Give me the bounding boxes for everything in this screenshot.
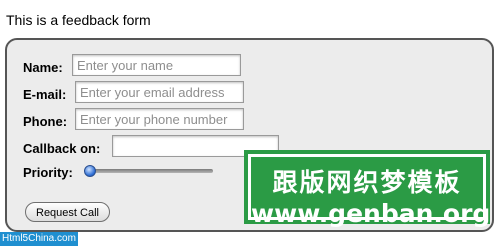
request-call-button[interactable]: Request Call bbox=[25, 202, 110, 222]
watermark-chinese-text: 跟版网织梦模板 bbox=[272, 168, 462, 197]
email-input[interactable] bbox=[75, 81, 244, 103]
name-input[interactable] bbox=[72, 54, 241, 76]
phone-label: Phone: bbox=[23, 114, 68, 129]
watermark-url-text: www.genban.org bbox=[251, 199, 491, 228]
intro-text: This is a feedback form bbox=[6, 12, 151, 28]
corner-watermark: Html5China.com bbox=[0, 232, 78, 246]
phone-input[interactable] bbox=[75, 108, 244, 130]
email-label: E-mail: bbox=[23, 87, 67, 102]
priority-slider-track[interactable] bbox=[91, 169, 213, 173]
priority-label: Priority: bbox=[23, 165, 73, 180]
watermark-logo: 跟版网织梦模板 www.genban.org bbox=[244, 150, 490, 228]
name-label: Name: bbox=[23, 60, 63, 75]
callback-label: Callback on: bbox=[23, 141, 101, 156]
priority-slider-thumb[interactable] bbox=[84, 165, 96, 177]
